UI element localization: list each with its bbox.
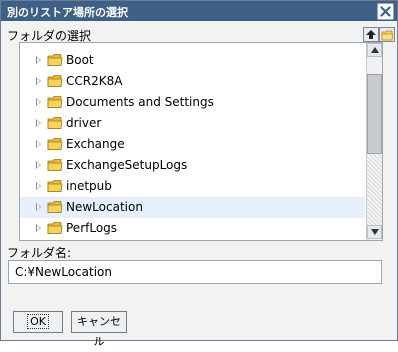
folder-icon bbox=[47, 96, 63, 108]
vertical-scrollbar[interactable] bbox=[366, 43, 382, 240]
folder-label: ExchangeSetupLogs bbox=[66, 158, 188, 172]
up-arrow-icon bbox=[366, 30, 376, 39]
folder-label: Exchange bbox=[66, 137, 125, 151]
ok-button[interactable]: OK bbox=[13, 311, 63, 333]
scrollbar-thumb[interactable] bbox=[367, 74, 382, 154]
tree-row-boot[interactable]: Boot bbox=[20, 50, 365, 71]
scrollbar-track[interactable] bbox=[367, 155, 382, 225]
folder-icon bbox=[47, 54, 63, 66]
new-folder-button[interactable] bbox=[379, 27, 395, 42]
tree-row-perflogs[interactable]: PerfLogs bbox=[20, 218, 365, 239]
folder-name-label: フォルダ名: bbox=[7, 246, 72, 260]
expand-arrow-icon[interactable] bbox=[36, 119, 41, 127]
folder-name-input[interactable] bbox=[8, 260, 382, 284]
folder-icon bbox=[47, 117, 63, 129]
folder-label: inetpub bbox=[66, 179, 112, 193]
expand-arrow-icon[interactable] bbox=[36, 77, 41, 85]
select-restore-location-dialog: 別のリストア場所の選択 フォルダの選択 Boot CCR2K8A Documen… bbox=[0, 0, 398, 348]
cancel-button-label: キャンセル bbox=[77, 315, 121, 348]
close-icon bbox=[380, 6, 391, 17]
tree-row-exchange[interactable]: Exchange bbox=[20, 134, 365, 155]
folder-label: CCR2K8A bbox=[66, 74, 123, 88]
expand-arrow-icon[interactable] bbox=[36, 203, 41, 211]
expand-arrow-icon[interactable] bbox=[36, 182, 41, 190]
expand-arrow-icon[interactable] bbox=[36, 98, 41, 106]
folder-label: driver bbox=[66, 116, 102, 130]
new-folder-icon bbox=[381, 30, 394, 41]
tree-row-documents-and-settings[interactable]: Documents and Settings bbox=[20, 92, 365, 113]
folder-icon bbox=[47, 159, 63, 171]
scroll-up-button[interactable] bbox=[367, 43, 382, 57]
folder-label: NewLocation bbox=[66, 200, 143, 214]
expand-arrow-icon[interactable] bbox=[36, 161, 41, 169]
tree-row-ccr2k8a[interactable]: CCR2K8A bbox=[20, 71, 365, 92]
tree-row-exchangesetuplogs[interactable]: ExchangeSetupLogs bbox=[20, 155, 365, 176]
close-button[interactable] bbox=[377, 3, 394, 20]
dialog-title: 別のリストア場所の選択 bbox=[7, 6, 128, 19]
folder-tree[interactable]: Boot CCR2K8A Documents and Settings driv… bbox=[19, 42, 383, 241]
tree-row-driver[interactable]: driver bbox=[20, 113, 365, 134]
expand-arrow-icon[interactable] bbox=[36, 140, 41, 148]
up-folder-button[interactable] bbox=[363, 27, 379, 42]
scroll-up-arrow-icon bbox=[371, 47, 379, 53]
folder-label: Documents and Settings bbox=[66, 95, 214, 109]
ok-button-label: OK bbox=[27, 314, 49, 329]
folder-label: PerfLogs bbox=[66, 221, 118, 235]
expand-arrow-icon[interactable] bbox=[36, 56, 41, 64]
folder-icon bbox=[47, 180, 63, 192]
tree-row-inetpub[interactable]: inetpub bbox=[20, 176, 365, 197]
cancel-button[interactable]: キャンセル bbox=[71, 311, 127, 348]
folder-icon bbox=[47, 138, 63, 150]
tree-row-newlocation[interactable]: NewLocation bbox=[20, 197, 365, 218]
title-bar[interactable]: 別のリストア場所の選択 bbox=[1, 1, 397, 21]
expand-arrow-icon[interactable] bbox=[36, 224, 41, 232]
folder-icon bbox=[47, 222, 63, 234]
folder-label: Boot bbox=[66, 53, 94, 67]
scroll-down-arrow-icon bbox=[371, 229, 379, 235]
folder-icon bbox=[47, 201, 63, 213]
folder-icon bbox=[47, 75, 63, 87]
scroll-down-button[interactable] bbox=[367, 225, 382, 239]
